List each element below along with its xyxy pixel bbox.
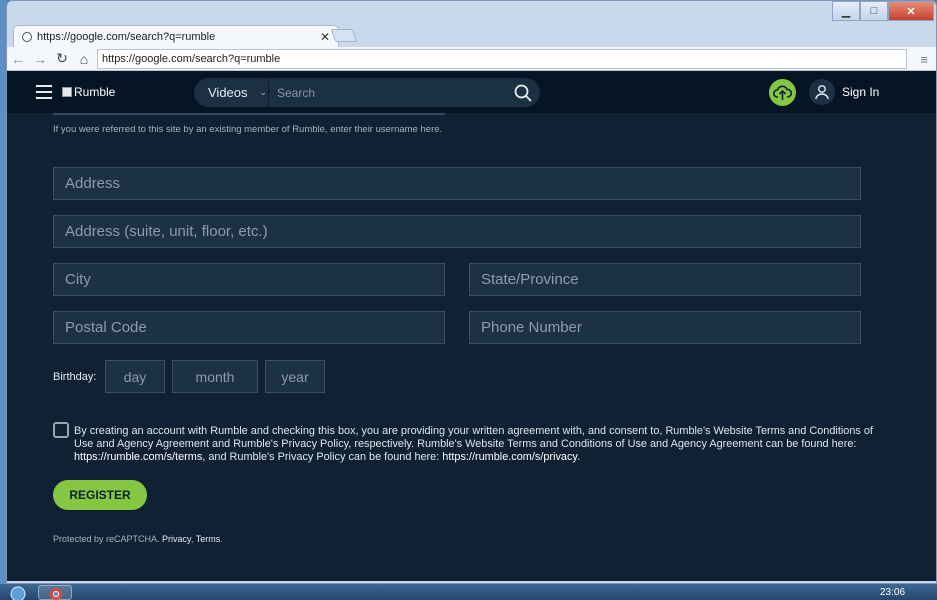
close-window-button[interactable]: ✕ (888, 1, 934, 21)
broken-image-icon (62, 87, 72, 97)
window-controls: ▁ □ ✕ (832, 1, 934, 21)
site-navbar: Rumble Videos ⌄ Sign In (7, 71, 936, 113)
sign-in-button[interactable]: Sign In (809, 79, 879, 105)
globe-icon (22, 31, 32, 42)
forward-icon[interactable]: → (29, 51, 51, 67)
phone-number-input[interactable] (469, 311, 861, 344)
register-button[interactable]: REGISTER (53, 480, 147, 510)
recaptcha-privacy-link[interactable]: Privacy (162, 534, 191, 544)
tab-close-icon[interactable]: ✕ (320, 30, 330, 44)
search-input[interactable] (269, 85, 506, 100)
terms-link[interactable]: https://rumble.com/s/terms (74, 451, 202, 463)
site-logo[interactable]: Rumble (62, 85, 115, 99)
user-icon (809, 79, 835, 105)
agreement-text-part2: , and Rumble's Privacy Policy can be fou… (202, 451, 443, 463)
taskbar (0, 584, 937, 600)
referral-field-bottom[interactable] (53, 113, 445, 115)
recaptcha-notice: Protected by reCAPTCHA. Privacy, Terms. (53, 534, 223, 544)
upload-icon[interactable] (769, 79, 796, 106)
address2-input[interactable] (53, 215, 861, 248)
start-button[interactable] (4, 586, 32, 600)
sign-in-label: Sign In (842, 85, 880, 99)
back-icon[interactable]: ← (7, 51, 29, 67)
search-category-label: Videos (208, 85, 248, 100)
birthday-year-select[interactable]: year (265, 360, 325, 393)
tab-title: https://google.com/search?q=rumble (37, 30, 216, 43)
clock[interactable]: 23:06 (880, 587, 905, 598)
tab-strip: https://google.com/search?q=rumble ✕ ▁ □… (7, 1, 936, 47)
address-input[interactable] (53, 167, 861, 200)
birthday-day-select[interactable]: day (105, 360, 165, 393)
agreement-checkbox[interactable] (53, 422, 69, 438)
rumble-page: Rumble Videos ⌄ Sign In (7, 71, 936, 581)
recaptcha-text: Protected by reCAPTCHA. (53, 534, 163, 544)
recaptcha-terms-link[interactable]: Terms (196, 534, 221, 544)
state-input[interactable] (469, 263, 861, 296)
referral-help-text: If you were referred to this site by an … (53, 124, 443, 135)
agreement-text: By creating an account with Rumble and c… (74, 425, 886, 464)
browser-window: https://google.com/search?q=rumble ✕ ▁ □… (6, 0, 937, 584)
search-bar: Videos ⌄ (194, 78, 540, 107)
browser-menu-icon[interactable]: ≡ (920, 52, 928, 67)
logo-text: Rumble (74, 85, 116, 99)
birthday-label: Birthday: (53, 371, 97, 383)
recaptcha-end: . (220, 534, 223, 544)
chevron-down-icon: ⌄ (259, 87, 268, 97)
new-tab-button[interactable] (330, 29, 358, 42)
browser-tab[interactable]: https://google.com/search?q=rumble ✕ (13, 25, 339, 47)
home-icon[interactable]: ⌂ (73, 51, 95, 67)
browser-toolbar: ← → ↻ ⌂ https://google.com/search?q=rumb… (7, 47, 936, 71)
minimize-button[interactable]: ▁ (832, 1, 860, 21)
postal-code-input[interactable] (53, 311, 445, 344)
reload-icon[interactable]: ↻ (51, 50, 73, 67)
birthday-month-select[interactable]: month (172, 360, 258, 393)
search-icon[interactable] (506, 84, 540, 102)
city-input[interactable] (53, 263, 445, 296)
agreement-text-part1: By creating an account with Rumble and c… (74, 425, 873, 450)
search-category-select[interactable]: Videos ⌄ (194, 78, 269, 107)
maximize-button[interactable]: □ (860, 1, 888, 21)
privacy-link[interactable]: https://rumble.com/s/privacy (442, 451, 577, 463)
address-bar[interactable]: https://google.com/search?q=rumble (97, 49, 907, 69)
taskbar-chrome-icon[interactable] (38, 585, 72, 600)
hamburger-menu-icon[interactable] (36, 85, 52, 99)
agreement-text-part3: . (577, 451, 581, 463)
